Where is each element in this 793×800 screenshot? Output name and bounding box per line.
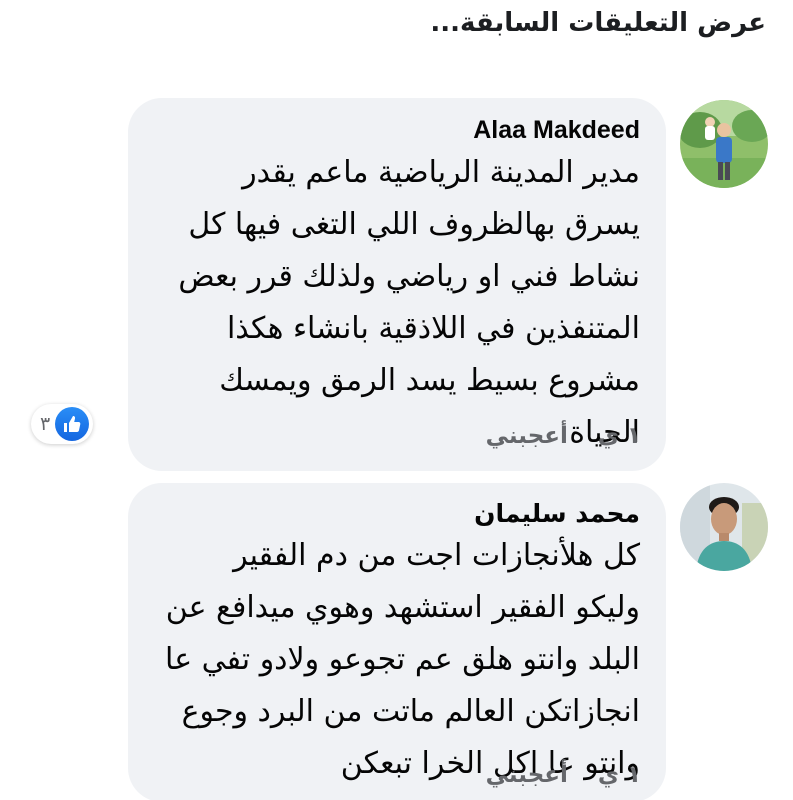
- reaction-summary[interactable]: ٣: [31, 404, 94, 444]
- comments-section: عرض التعليقات السابقة... Alaa Makdeed مد…: [0, 0, 793, 800]
- avatar[interactable]: [680, 100, 768, 188]
- reaction-count: ٣: [40, 413, 51, 435]
- comment-timestamp[interactable]: ١ ي: [598, 423, 641, 449]
- comment-actions: ١ ي أعجبني: [486, 762, 641, 788]
- comment-author[interactable]: Alaa Makdeed: [164, 116, 640, 145]
- like-icon: [55, 407, 90, 441]
- comment-text: كل هلأنجازات اجت من دم الفقير وليكو الفق…: [165, 538, 640, 781]
- profile-photo-icon: [680, 100, 768, 188]
- avatar[interactable]: [680, 483, 768, 571]
- comment-timestamp[interactable]: ١ ي: [598, 762, 641, 788]
- comment-actions: ١ ي أعجبني: [486, 423, 641, 449]
- like-button[interactable]: أعجبني: [486, 423, 568, 449]
- profile-photo-icon: [680, 483, 768, 571]
- comment-bubble: محمد سليمان كل هلأنجازات اجت من دم الفقي…: [128, 483, 666, 800]
- like-button[interactable]: أعجبني: [486, 762, 568, 788]
- comment-author[interactable]: محمد سليمان: [164, 499, 640, 528]
- comment-bubble: Alaa Makdeed مدير المدينة الرياضية ماعم …: [128, 98, 666, 471]
- view-previous-comments-link[interactable]: عرض التعليقات السابقة...: [430, 8, 766, 38]
- comment-text: مدير المدينة الرياضية ماعم يقدر يسرق بها…: [178, 155, 640, 450]
